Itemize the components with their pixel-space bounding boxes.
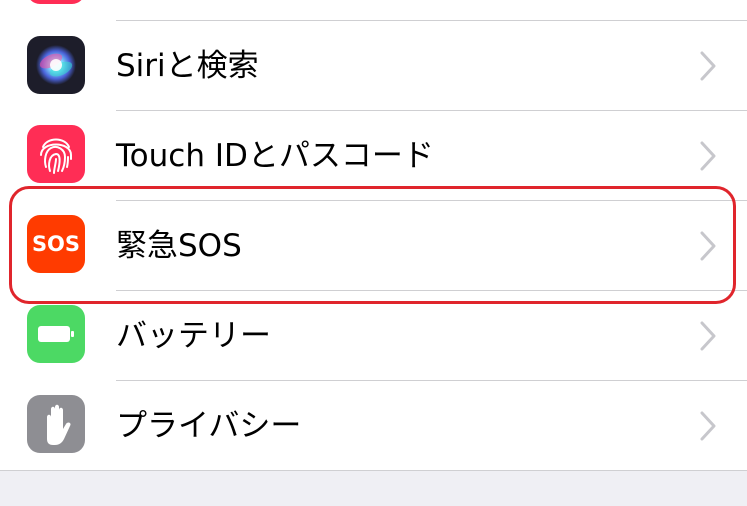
chevron-right-icon: [700, 51, 716, 81]
settings-row-battery[interactable]: バッテリー: [0, 291, 747, 381]
settings-row-privacy[interactable]: プライバシー: [0, 381, 747, 471]
settings-row-label: バッテリー: [116, 318, 271, 354]
settings-row-emergency-sos[interactable]: SOS 緊急SOS: [0, 201, 747, 291]
battery-icon: [27, 305, 85, 363]
fingerprint-icon: [27, 125, 85, 183]
siri-icon: [27, 36, 85, 94]
hand-icon: [27, 395, 85, 453]
settings-row-label: 緊急SOS: [116, 228, 242, 264]
settings-row-siri[interactable]: Siriと検索: [0, 21, 747, 111]
partial-app-icon: [27, 0, 85, 4]
settings-row-label: プライバシー: [116, 408, 302, 444]
chevron-right-icon: [700, 321, 716, 351]
sos-icon-text: SOS: [31, 232, 81, 256]
chevron-right-icon: [700, 141, 716, 171]
chevron-right-icon: [700, 231, 716, 261]
settings-row-label: Touch IDとパスコード: [116, 138, 434, 174]
chevron-right-icon: [700, 411, 716, 441]
settings-row-label: Siriと検索: [116, 48, 259, 84]
settings-row-touch-id[interactable]: Touch IDとパスコード: [0, 111, 747, 201]
grouped-background: [0, 471, 747, 506]
sos-icon: SOS: [27, 215, 85, 273]
